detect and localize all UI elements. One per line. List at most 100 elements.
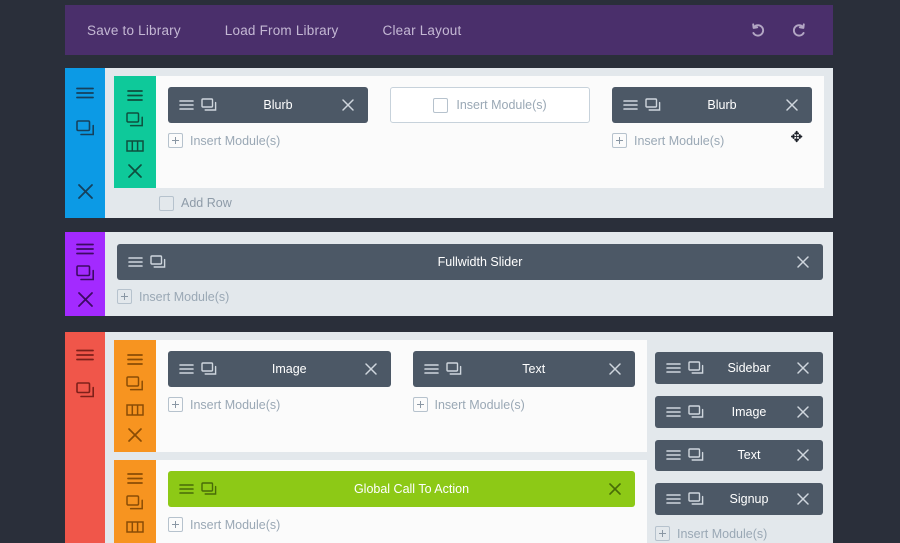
clone-icon — [688, 448, 704, 462]
clone-icon[interactable] — [72, 115, 98, 141]
module-handle-icons[interactable] — [179, 482, 217, 496]
hamburger-icon[interactable] — [122, 471, 148, 486]
module-text[interactable]: Text — [412, 351, 635, 387]
close-icon[interactable] — [794, 446, 812, 464]
hamburger-icon[interactable] — [72, 242, 98, 256]
module-handle-icons[interactable] — [666, 448, 704, 462]
insert-modules-label: Insert Module(s) — [190, 397, 281, 412]
insert-modules-link[interactable]: Insert Module(s) — [168, 516, 635, 534]
plus-icon — [168, 133, 183, 148]
plus-icon — [117, 289, 132, 304]
close-icon[interactable] — [362, 360, 380, 378]
module-sidebar[interactable]: Sidebar — [655, 352, 823, 384]
clone-icon — [150, 255, 166, 268]
close-icon[interactable] — [339, 96, 357, 114]
hamburger-icon[interactable] — [72, 80, 98, 106]
module-blurb[interactable]: Blurb — [168, 87, 368, 123]
row-1-columns: Blurb Insert Module(s) Insert Module(s) — [156, 76, 824, 170]
section-blue-rail[interactable] — [65, 68, 105, 218]
clone-icon[interactable] — [122, 494, 148, 511]
redo-icon[interactable] — [785, 17, 811, 43]
row-1: Blurb Insert Module(s) Insert Module(s) — [114, 76, 824, 188]
module-title: Signup — [729, 492, 769, 507]
hamburger-icon — [179, 364, 194, 374]
clone-icon — [688, 361, 704, 374]
clone-icon[interactable] — [122, 376, 148, 392]
hamburger-icon[interactable] — [72, 342, 98, 368]
hamburger-icon — [666, 406, 681, 417]
insert-modules-link[interactable]: Insert Module(s) — [168, 396, 391, 414]
section-purple: Fullwidth Slider Insert Module(s) — [65, 232, 833, 316]
close-icon[interactable] — [72, 291, 98, 308]
module-handle-icons[interactable] — [666, 404, 704, 419]
load-from-library-button[interactable]: Load From Library — [225, 23, 339, 38]
section-purple-rail[interactable] — [65, 232, 105, 316]
insert-modules-link[interactable]: Insert Module(s) — [612, 132, 812, 150]
row-2: Image Insert Module(s) Text Insert Modul… — [114, 340, 647, 452]
insert-modules-link[interactable]: Insert Module(s) — [168, 132, 368, 150]
column-1: Blurb Insert Module(s) — [168, 87, 368, 158]
module-image[interactable]: Image — [168, 351, 391, 387]
clone-icon — [201, 362, 217, 375]
plus-icon — [612, 133, 627, 148]
module-title: Image — [271, 362, 307, 376]
close-icon[interactable] — [794, 253, 812, 271]
module-signup[interactable]: Signup — [655, 483, 823, 515]
row-2-columns: Image Insert Module(s) Text Insert Modul… — [156, 340, 647, 452]
module-text[interactable]: Text — [655, 439, 823, 472]
clone-icon — [688, 404, 704, 418]
clear-layout-button[interactable]: Clear Layout — [383, 23, 462, 38]
close-icon[interactable] — [606, 360, 624, 378]
module-image[interactable]: Image — [655, 395, 823, 428]
module-handle-icons[interactable] — [128, 255, 166, 269]
sidebar-module-stack: Sidebar Image Text Signup Insert Module(… — [647, 332, 833, 543]
insert-modules-link[interactable]: Insert Module(s) — [117, 288, 823, 306]
close-icon[interactable] — [794, 490, 812, 508]
module-global-call-to-action[interactable]: Global Call To Action — [168, 471, 635, 507]
insert-modules-label: Insert Module(s) — [434, 397, 525, 412]
module-handle-icons[interactable] — [179, 98, 217, 112]
insert-modules-label: Insert Module(s) — [456, 98, 547, 112]
plus-icon — [655, 526, 670, 541]
module-title: Text — [522, 362, 546, 376]
add-row-button[interactable]: Add Row — [147, 188, 232, 218]
hamburger-icon — [666, 494, 681, 504]
insert-modules-label: Insert Module(s) — [190, 517, 281, 532]
save-to-library-button[interactable]: Save to Library — [87, 23, 181, 38]
module-handle-icons[interactable] — [623, 98, 661, 112]
close-icon[interactable] — [606, 480, 624, 498]
column-text: Text Insert Module(s) — [412, 351, 636, 440]
close-icon[interactable] — [794, 403, 812, 421]
undo-icon[interactable] — [745, 17, 771, 43]
clone-icon[interactable] — [122, 112, 148, 128]
clone-icon[interactable] — [72, 265, 98, 282]
module-handle-icons[interactable] — [179, 362, 217, 376]
hamburger-icon[interactable] — [122, 351, 148, 367]
columns-icon[interactable] — [122, 138, 148, 154]
row-3-rail[interactable] — [114, 460, 156, 543]
section-blue: Blurb Insert Module(s) Insert Module(s) — [65, 68, 833, 218]
insert-modules-link[interactable]: Insert Module(s) — [655, 525, 823, 543]
close-icon[interactable] — [794, 359, 812, 377]
columns-icon[interactable] — [122, 402, 148, 418]
row-1-rail[interactable] — [114, 76, 156, 188]
insert-modules-link[interactable]: Insert Module(s) — [412, 396, 636, 414]
module-handle-icons[interactable] — [423, 362, 462, 376]
close-icon[interactable] — [122, 427, 148, 443]
module-handle-icons[interactable] — [666, 361, 704, 375]
section-purple-body: Fullwidth Slider Insert Module(s) — [105, 232, 833, 316]
module-fullwidth-slider[interactable]: Fullwidth Slider — [117, 244, 823, 280]
clone-icon[interactable] — [72, 377, 98, 403]
columns-icon[interactable] — [122, 520, 148, 535]
module-title: Text — [737, 448, 761, 463]
insert-modules-box[interactable]: Insert Module(s) — [390, 87, 590, 123]
close-icon[interactable] — [783, 96, 801, 114]
row-2-rail[interactable] — [114, 340, 156, 452]
module-handle-icons[interactable] — [666, 492, 704, 506]
close-icon[interactable] — [72, 178, 98, 204]
module-blurb[interactable]: Blurb — [612, 87, 812, 123]
insert-modules-label: Insert Module(s) — [677, 526, 768, 541]
hamburger-icon[interactable] — [122, 87, 148, 103]
section-red-rail[interactable] — [65, 332, 105, 543]
close-icon[interactable] — [122, 163, 148, 179]
